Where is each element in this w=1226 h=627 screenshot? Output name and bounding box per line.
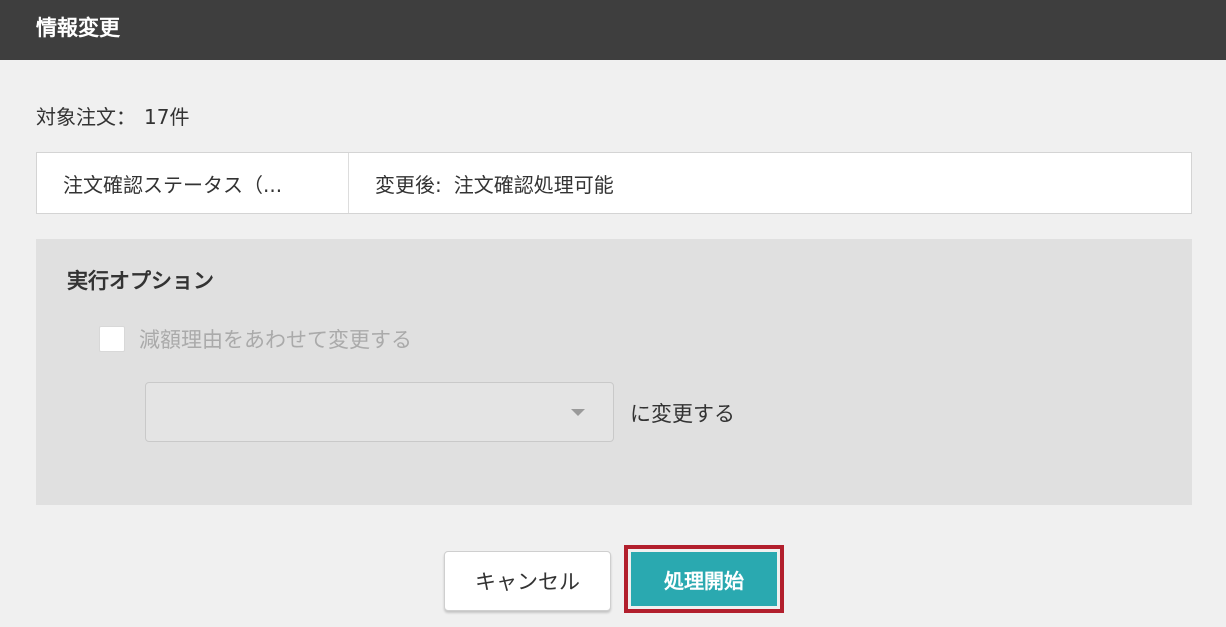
dialog-title: 情報変更 — [36, 16, 120, 40]
reduction-reason-label: 減額理由をあわせて変更する — [139, 328, 412, 352]
reduction-reason-select[interactable] — [145, 382, 614, 442]
target-orders: 対象注文： 17件 — [36, 103, 189, 131]
change-after-cell: 変更後: 注文確認処理可能 — [349, 153, 1191, 213]
dialog-title-bar: 情報変更 — [0, 0, 1226, 60]
change-after-value: 注文確認処理可能 — [453, 172, 614, 197]
options-heading: 実行オプション — [67, 269, 214, 293]
target-label: 対象注文： — [36, 105, 136, 129]
reduction-reason-option: 減額理由をあわせて変更する — [99, 324, 412, 354]
start-button-highlight: 処理開始 — [624, 545, 784, 613]
execution-options-panel: 実行オプション 減額理由をあわせて変更する に変更する — [36, 239, 1192, 505]
change-summary-row: 注文確認ステータス（... 変更後: 注文確認処理可能 — [36, 152, 1192, 214]
select-suffix-text: に変更する — [630, 402, 735, 426]
change-field-name: 注文確認ステータス（... — [63, 172, 283, 197]
change-field-cell: 注文確認ステータス（... — [37, 153, 349, 213]
dropdown-arrow-icon — [571, 409, 585, 416]
target-count: 17件 — [144, 105, 190, 129]
cancel-button[interactable]: キャンセル — [444, 551, 611, 611]
reduction-reason-checkbox[interactable] — [99, 326, 125, 352]
start-processing-button[interactable]: 処理開始 — [631, 552, 777, 606]
change-after-label: 変更後: — [375, 172, 442, 197]
